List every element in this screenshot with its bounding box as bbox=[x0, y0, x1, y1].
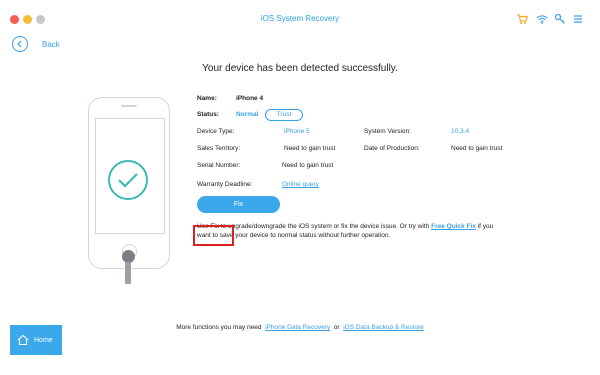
sales-territory-value: Need to gain trust bbox=[284, 145, 336, 152]
back-label: Back bbox=[42, 39, 60, 49]
title-bar: iOS System Recovery bbox=[0, 0, 600, 40]
production-date-label: Date of Production: bbox=[364, 145, 420, 152]
trust-button[interactable]: Trust bbox=[265, 109, 303, 121]
or-label: or bbox=[333, 324, 340, 331]
name-value: iPhone 4 bbox=[236, 95, 264, 102]
name-label: Name: bbox=[197, 95, 217, 102]
home-icon bbox=[17, 334, 29, 346]
cart-icon[interactable] bbox=[516, 13, 528, 25]
device-type-label: Device Type: bbox=[197, 128, 235, 135]
highlight-box bbox=[193, 225, 234, 246]
more-functions: More functions you may need iPhone Data … bbox=[0, 324, 600, 331]
key-icon[interactable] bbox=[554, 13, 566, 25]
warranty-label: Warranty Deadline: bbox=[197, 181, 253, 188]
serial-number-label: Serial Number: bbox=[197, 162, 241, 169]
online-query-link[interactable]: Online query bbox=[282, 181, 319, 188]
detection-headline: Your device has been detected successful… bbox=[202, 63, 398, 74]
window-title: iOS System Recovery bbox=[260, 14, 340, 23]
cable-icon bbox=[125, 262, 131, 284]
chevron-left-icon bbox=[12, 36, 28, 52]
status-label: Status: bbox=[197, 111, 220, 118]
fix-note: Use Fix to upgrade/downgrade the iOS sys… bbox=[197, 222, 497, 240]
iphone-data-recovery-link[interactable]: iPhone Data Recovery bbox=[265, 324, 330, 331]
production-date-value: Need to gain trust bbox=[451, 145, 503, 152]
more-functions-label: More functions you may need bbox=[176, 324, 262, 331]
back-button[interactable]: Back bbox=[12, 36, 60, 52]
serial-number-value: Need to gain trust bbox=[282, 162, 334, 169]
free-quick-fix-link[interactable]: Free Quick Fix bbox=[431, 223, 476, 230]
wifi-icon[interactable] bbox=[536, 13, 548, 25]
status-value: Normal bbox=[236, 111, 259, 118]
ios-backup-restore-link[interactable]: iOS Data Backup & Restore bbox=[343, 324, 424, 331]
home-label: Home bbox=[34, 336, 53, 344]
sales-territory-label: Sales Territory: bbox=[197, 145, 241, 152]
system-version-label: System Version: bbox=[364, 128, 411, 135]
fix-button[interactable]: Fix bbox=[197, 196, 280, 213]
phone-speaker bbox=[121, 105, 137, 107]
device-type-value: iPhone 5 bbox=[284, 128, 310, 135]
home-button[interactable]: Home bbox=[10, 325, 62, 355]
success-check-icon bbox=[108, 160, 148, 200]
menu-icon[interactable] bbox=[572, 13, 584, 25]
system-version-value: 10.3.4 bbox=[451, 128, 470, 135]
